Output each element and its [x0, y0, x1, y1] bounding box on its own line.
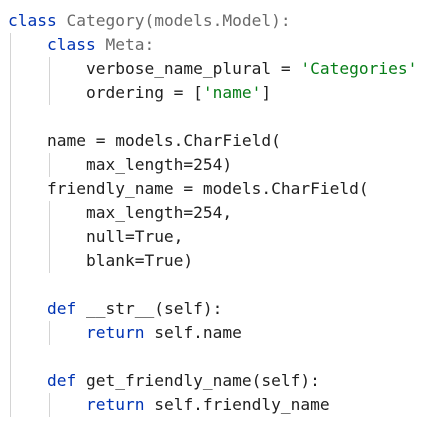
code-line[interactable]: friendly_name = models.CharField( — [8, 177, 417, 201]
code-line[interactable]: def get_friendly_name(self): — [8, 369, 417, 393]
code-editor[interactable]: class Category(models.Model): class Meta… — [0, 0, 427, 426]
code-line[interactable]: verbose_name_plural = 'Categories' — [8, 57, 417, 81]
code-token: return — [85, 395, 145, 414]
code-token: self.friendly_name — [154, 395, 330, 414]
code-line[interactable]: ordering = ['name'] — [8, 81, 417, 105]
indent-guide — [48, 393, 50, 417]
code-token: self.name — [154, 323, 242, 342]
code-token: Meta: — [105, 35, 155, 54]
code-line[interactable]: null=True, — [8, 225, 417, 249]
code-token: 'name' — [202, 83, 262, 102]
code-line[interactable] — [8, 345, 417, 369]
code-token: ordering = [ — [85, 83, 203, 102]
code-line[interactable]: def __str__(self): — [8, 297, 417, 321]
code-token: max_length=254) — [85, 155, 233, 174]
code-line[interactable]: class Meta: — [8, 33, 417, 57]
code-line[interactable] — [8, 105, 417, 129]
code-token: def — [46, 299, 77, 318]
code-token: null=True, — [85, 227, 184, 246]
code-token: return — [85, 323, 145, 342]
code-token: name = models.CharField( — [46, 131, 281, 150]
code-token: 'Categories' — [300, 59, 418, 78]
code-token: class — [46, 35, 96, 54]
indent-guide — [48, 57, 50, 105]
code-line[interactable]: name = models.CharField( — [8, 129, 417, 153]
code-token: def — [46, 371, 77, 390]
indent-guide — [10, 33, 11, 417]
indent-guide — [48, 321, 50, 345]
code-token: Category(models.Model): — [66, 11, 291, 30]
indent-guide — [48, 201, 50, 273]
code-token: verbose_name_plural = — [85, 59, 301, 78]
code-line[interactable]: blank=True) — [8, 249, 417, 273]
indent-guide — [48, 153, 50, 177]
code-line[interactable]: max_length=254) — [8, 153, 417, 177]
code-token: class — [8, 11, 57, 30]
code-line[interactable]: class Category(models.Model): — [8, 9, 417, 33]
code-token: get_friendly_name(self): — [85, 371, 320, 390]
code-token: blank=True) — [85, 251, 194, 270]
code-block[interactable]: class Category(models.Model): class Meta… — [8, 9, 417, 417]
code-token: max_length=254, — [85, 203, 233, 222]
code-token: friendly_name = models.CharField( — [46, 179, 369, 198]
code-token: __str__(self): — [85, 299, 223, 318]
code-line[interactable]: max_length=254, — [8, 201, 417, 225]
code-line[interactable] — [8, 273, 417, 297]
code-line[interactable]: return self.name — [8, 321, 417, 345]
code-token: ] — [261, 83, 272, 102]
code-line[interactable]: return self.friendly_name — [8, 393, 417, 417]
